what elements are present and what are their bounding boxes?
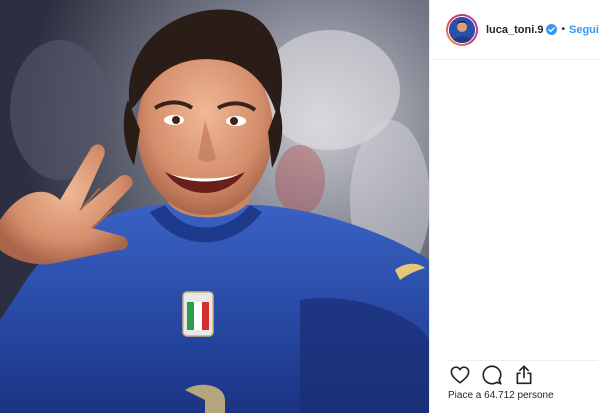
share-icon <box>516 365 532 385</box>
username-link[interactable]: luca_toni.9 <box>486 24 543 36</box>
player-celebration-image <box>0 0 429 413</box>
like-button[interactable] <box>448 363 472 387</box>
comment-icon <box>482 365 502 385</box>
action-bar <box>448 360 598 387</box>
follow-button[interactable]: Segui <box>569 24 599 36</box>
post-header: luca_toni.9 • Segui <box>430 0 600 60</box>
share-button[interactable] <box>512 363 536 387</box>
heart-icon <box>450 366 470 384</box>
avatar[interactable] <box>446 13 478 46</box>
likes-count[interactable]: Piace a 64.712 persone <box>448 390 554 401</box>
comment-button[interactable] <box>480 363 504 387</box>
post-sidebar: luca_toni.9 • Segui Piace a 64.712 perso… <box>429 0 600 413</box>
verified-badge-icon <box>546 24 558 35</box>
separator-dot: • <box>561 24 565 35</box>
instagram-post: luca_toni.9 • Segui Piace a 64.712 perso… <box>0 0 600 413</box>
post-photo[interactable] <box>0 0 429 413</box>
avatar-photo-icon <box>449 16 475 43</box>
